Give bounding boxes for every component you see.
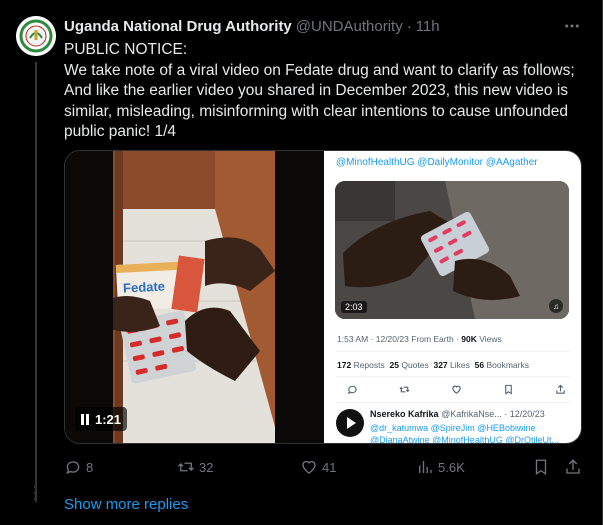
tweet-text-line: similar, misleading, misinforming with c… [64,102,568,120]
embedded-reposts-label: Reposts [353,360,385,370]
embedded-video-duration: 2:03 [341,301,367,313]
more-horizontal-icon [565,24,579,28]
embedded-bookmarks-label: Bookmarks [486,360,529,370]
divider [336,376,571,377]
video-timestamp[interactable]: 1:21 [75,407,128,431]
bookmark-icon [535,459,547,476]
reply-author-name: Nsereko Kafrika [370,409,439,419]
tweet-header: Uganda National Drug Authority @UNDAutho… [64,16,440,36]
embedded-action-bar [346,383,566,395]
tweet-action-bar: 8 32 41 5.6K [64,457,586,477]
reply-icon [346,383,358,395]
embedded-quotes-count: 25 [389,360,399,370]
reply-text: @dr_katumwa @SpireJim @HEBobiwine @Diana… [370,423,559,444]
bookmark-button[interactable] [532,457,550,477]
share-icon [554,383,566,395]
like-count: 41 [322,459,337,475]
package-label: Fedate [123,278,166,295]
embedded-stats: 172 Reposts 25 Quotes 327 Likes 56 Bookm… [337,360,529,370]
show-more-replies-link[interactable]: Show more replies [64,496,188,513]
tweet-text-line: PUBLIC NOTICE: [64,41,188,58]
nda-logo-icon [16,16,56,56]
reply-date: · 12/20/23 [504,409,545,419]
embedded-timestamp: 1:53 AM · 12/20/23 From Earth · [337,334,459,344]
bookmark-icon [502,383,514,395]
tweet-text: PUBLIC NOTICE: We take note of a viral v… [64,40,586,143]
volume-icon: ♫ [549,299,563,313]
repost-button[interactable]: 32 [177,457,213,477]
tweet-text-line: And like the earlier video you shared in… [64,82,569,99]
share-icon [566,459,580,474]
tweet-text-line: public panic! 1/4 [64,123,177,140]
views-count: 5.6K [438,459,465,475]
video-frame: Fedate [65,151,324,443]
embedded-quotes-label: Quotes [401,360,429,370]
reply-author-handle: @KafrikaNse... [441,409,502,419]
pause-icon[interactable] [81,413,89,425]
embedded-views-label: Views [479,334,502,344]
reply-avatar [336,409,364,437]
embedded-reposts-count: 172 [337,360,352,370]
embedded-views-count: 90K [461,334,477,344]
embedded-video-thumbnail: 2:03 ♫ [335,181,569,319]
media-grid: Fedate 1:21 @MinofHealthUG @DailyMonitor… [64,150,582,444]
divider [336,351,571,352]
play-icon [346,417,356,429]
more-options-button[interactable] [560,16,584,36]
repost-icon [398,383,410,395]
repost-count: 32 [199,459,214,475]
repost-icon [178,462,194,472]
embedded-bookmarks-count: 56 [474,360,485,370]
author-avatar[interactable] [16,16,56,56]
author-name[interactable]: Uganda National Drug Authority [64,18,292,35]
reply-header: Nsereko Kafrika @KafrikaNse... · 12/20/2… [370,409,545,419]
header-separator: · [406,17,412,35]
tweet-text-line: We take note of a viral video on Fedate … [64,61,575,79]
views-button[interactable]: 5.6K [416,457,465,477]
tweet-time[interactable]: 11h [416,18,440,35]
like-icon [450,383,462,395]
embedded-likes-label: Likes [450,360,470,370]
embedded-mentions: @MinofHealthUG @DailyMonitor @AAgather [336,157,538,168]
divider [336,402,571,403]
thread-dots [34,486,36,504]
like-button[interactable]: 41 [300,457,336,477]
embedded-video-frame [335,181,569,319]
reply-count: 8 [86,459,94,475]
like-icon [302,460,316,474]
video-player[interactable]: Fedate 1:21 [65,151,324,443]
embedded-meta: 1:53 AM · 12/20/23 From Earth · 90K View… [337,334,502,344]
thread-line [35,62,37,502]
tweet-page: Uganda National Drug Authority @UNDAutho… [0,0,603,525]
embedded-tweet-screenshot[interactable]: @MinofHealthUG @DailyMonitor @AAgather 2 [324,151,581,444]
share-button[interactable] [564,457,582,477]
author-handle[interactable]: @UNDAuthority [296,18,403,35]
embedded-likes-count: 327 [433,360,448,370]
video-duration: 1:21 [95,411,122,427]
reply-icon [66,461,80,475]
analytics-icon [419,461,432,473]
reply-button[interactable]: 8 [64,457,93,477]
